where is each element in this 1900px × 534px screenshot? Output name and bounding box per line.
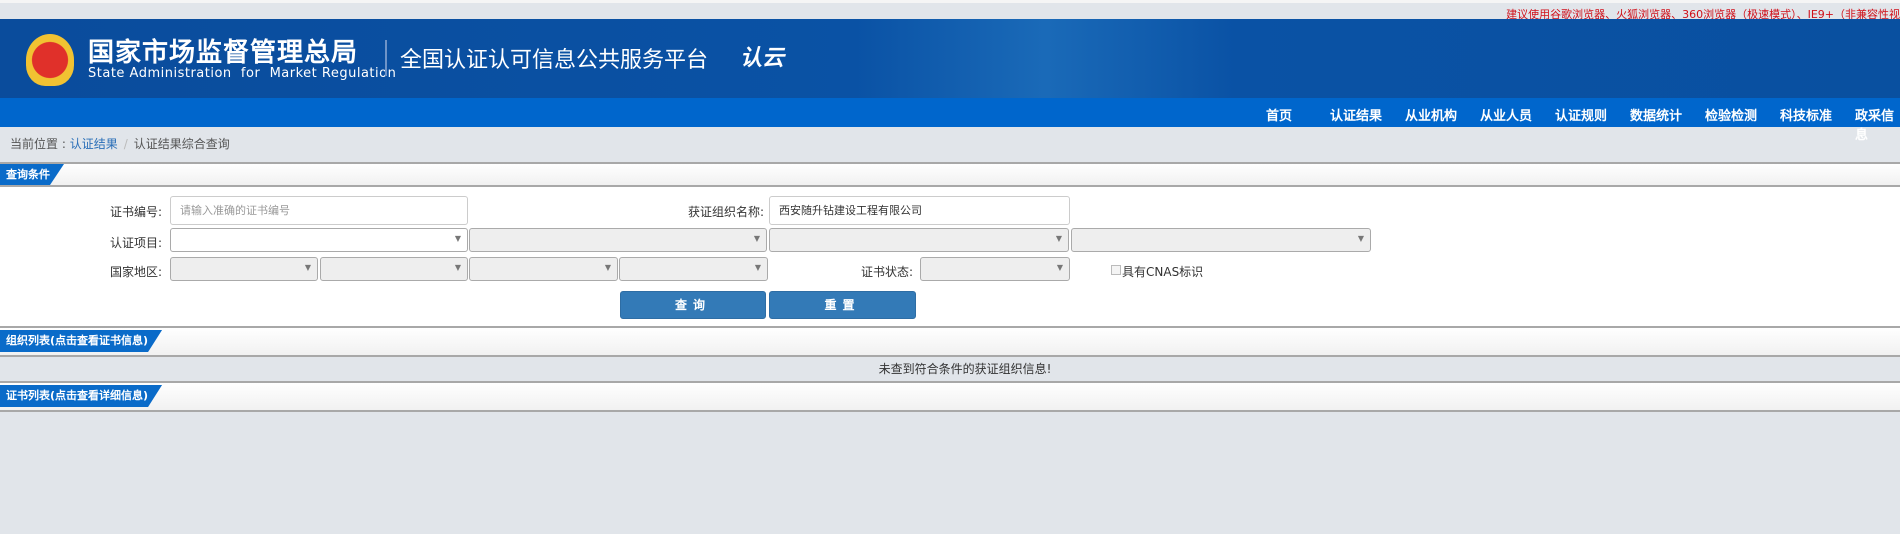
org-list-header: 组织列表(点击查看证书信息) <box>0 326 1900 357</box>
cnas-checkbox[interactable] <box>1111 265 1121 275</box>
header-divider <box>385 40 387 76</box>
dropdown-arrow-icon: ▼ <box>753 234 760 243</box>
org-name-cn: 国家市场监督管理总局 <box>88 38 359 68</box>
query-title: 查询条件 <box>0 164 64 185</box>
dropdown-arrow-icon: ▼ <box>454 234 461 243</box>
nav-statistics[interactable]: 数据统计 <box>1630 105 1682 124</box>
org-name-label: 获证组织名称: <box>687 205 764 219</box>
project-select-1[interactable]: ▼ <box>170 228 468 252</box>
nav-rules[interactable]: 认证规则 <box>1555 105 1607 124</box>
project-select-3[interactable]: ▼ <box>769 228 1069 252</box>
dropdown-arrow-icon: ▼ <box>1055 234 1062 243</box>
nav-personnel[interactable]: 从业人员 <box>1480 105 1532 124</box>
region-select-3[interactable]: ▼ <box>469 257 618 281</box>
dropdown-arrow-icon: ▼ <box>604 263 611 272</box>
platform-title: 全国认证认可信息公共服务平台 <box>400 48 709 73</box>
top-bar: 建议使用谷歌浏览器、火狐浏览器、360浏览器（极速模式）、IE9+（非兼容性视 <box>0 0 1900 21</box>
search-button[interactable]: 查询 <box>620 291 766 319</box>
region-select-1[interactable]: ▼ <box>170 257 318 281</box>
cert-no-label: 证书编号: <box>109 205 162 219</box>
org-name-input[interactable]: 西安随升钻建设工程有限公司 <box>769 196 1070 225</box>
dropdown-arrow-icon: ▼ <box>1357 234 1364 243</box>
dropdown-arrow-icon: ▼ <box>1056 263 1063 272</box>
reset-button[interactable]: 重置 <box>769 291 916 319</box>
breadcrumb: 当前位置 : 认证结果 / 认证结果综合查询 <box>10 135 230 152</box>
nav-inspection[interactable]: 检验检测 <box>1705 105 1757 124</box>
project-label: 认证项目: <box>109 236 162 250</box>
region-select-2[interactable]: ▼ <box>320 257 468 281</box>
breadcrumb-prefix: 当前位置 : <box>10 137 70 151</box>
dropdown-arrow-icon: ▼ <box>454 263 461 272</box>
query-header: 查询条件 <box>0 162 1900 187</box>
status-label: 证书状态: <box>860 265 913 279</box>
dropdown-arrow-icon: ▼ <box>304 263 311 272</box>
region-select-4[interactable]: ▼ <box>619 257 768 281</box>
nav-institutions[interactable]: 从业机构 <box>1405 105 1457 124</box>
region-label: 国家地区: <box>109 265 162 279</box>
nav-procurement[interactable]: 政采信息 <box>1855 105 1900 143</box>
main-nav: 首页 认证结果 从业机构 从业人员 认证规则 数据统计 检验检测 科技标准 政采… <box>0 98 1900 143</box>
status-select[interactable]: ▼ <box>920 257 1070 281</box>
project-select-2[interactable]: ▼ <box>469 228 767 252</box>
breadcrumb-link[interactable]: 认证结果 <box>70 137 118 151</box>
org-name-en: State Administration for Market Regulati… <box>88 66 397 81</box>
nav-standards[interactable]: 科技标准 <box>1780 105 1832 124</box>
cert-no-input[interactable]: 请输入准确的证书编号 <box>170 196 468 225</box>
dropdown-arrow-icon: ▼ <box>754 263 761 272</box>
nav-home[interactable]: 首页 <box>1266 105 1292 124</box>
breadcrumb-current: 认证结果综合查询 <box>133 137 230 151</box>
nav-cert-results[interactable]: 认证结果 <box>1330 105 1382 124</box>
renyun-logo: 认云 <box>740 46 785 71</box>
project-select-4[interactable]: ▼ <box>1071 228 1371 252</box>
national-emblem-icon <box>26 34 74 86</box>
org-list-title: 组织列表(点击查看证书信息) <box>0 330 162 352</box>
cert-list-header: 证书列表(点击查看详细信息) <box>0 381 1900 412</box>
cert-list-title: 证书列表(点击查看详细信息) <box>0 385 162 407</box>
org-list-empty-message: 未查到符合条件的获证组织信息! <box>878 362 1052 376</box>
cnas-label: 具有CNAS标识 <box>1122 265 1204 279</box>
breadcrumb-sep: / <box>123 137 128 151</box>
